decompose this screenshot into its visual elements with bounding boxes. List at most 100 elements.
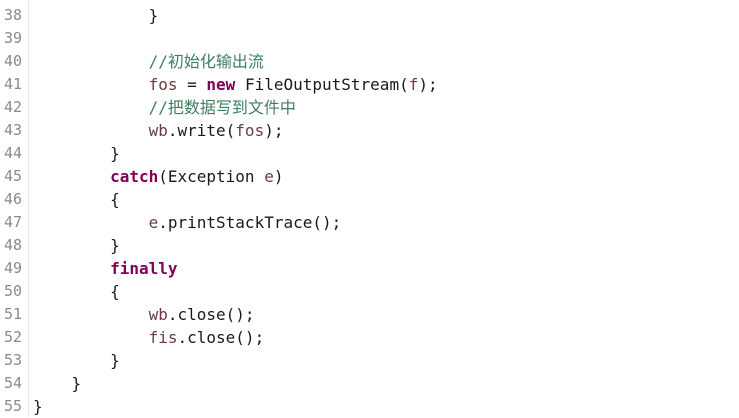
code-token: (Exception (158, 167, 265, 186)
variable-token: fis (148, 328, 178, 347)
line-number: 52 (3, 328, 22, 346)
code-line[interactable]: 51 wb.close(); (0, 303, 739, 326)
code-token: .printStackTrace(); (158, 213, 342, 232)
code-token: } (110, 236, 120, 255)
code-token: FileOutputStream( (235, 75, 409, 94)
line-number: 53 (3, 351, 22, 369)
code-token: { (110, 190, 120, 209)
variable-token: fos (148, 75, 178, 94)
code-line[interactable]: 45 catch(Exception e) (0, 165, 739, 188)
code-line[interactable]: 52 fis.close(); (0, 326, 739, 349)
code-line[interactable]: 42 //把数据写到文件中 (0, 96, 739, 119)
code-text: } (33, 395, 43, 418)
code-line[interactable]: 47 e.printStackTrace(); (0, 211, 739, 234)
code-text: } (33, 349, 120, 372)
line-number: 47 (3, 213, 22, 231)
line-number: 41 (3, 75, 22, 93)
code-line[interactable]: 54 } (0, 372, 739, 395)
code-token: } (148, 6, 159, 25)
code-text: catch(Exception e) (33, 165, 283, 188)
code-line[interactable]: 39 (0, 27, 739, 50)
variable-token: wb (148, 305, 168, 324)
line-number: 48 (3, 236, 22, 254)
line-number: 38 (3, 6, 22, 24)
code-line[interactable]: 50 { (0, 280, 739, 303)
line-number: 44 (3, 144, 22, 162)
code-text: //初始化输出流 (33, 50, 264, 73)
code-line[interactable]: 53 } (0, 349, 739, 372)
code-text: fos = new FileOutputStream(f); (33, 73, 438, 96)
line-number: 49 (3, 259, 22, 277)
variable-token: e (264, 167, 274, 186)
code-token: } (110, 144, 120, 163)
code-token: ); (264, 121, 284, 140)
keyword-token: new (206, 75, 236, 94)
keyword-token: catch (110, 167, 159, 186)
code-token: { (110, 282, 120, 301)
comment-token: //把数据写到文件中 (148, 98, 296, 117)
code-token: ) (273, 167, 284, 186)
code-line[interactable]: 46 { (0, 188, 739, 211)
code-line[interactable]: 38 } (0, 4, 739, 27)
code-token: ); (418, 75, 438, 94)
code-editor[interactable]: 38 } 39 40 //初始化输出流 41 fos = new FileOutput… (0, 0, 739, 417)
code-token: } (33, 397, 43, 416)
code-token: = (177, 75, 207, 94)
code-text: { (33, 280, 120, 303)
line-number: 39 (3, 29, 22, 47)
code-line[interactable]: 44 } (0, 142, 739, 165)
code-text: } (33, 4, 159, 27)
code-text: e.printStackTrace(); (33, 211, 342, 234)
code-line[interactable]: 40 //初始化输出流 (0, 50, 739, 73)
line-number: 55 (3, 397, 22, 415)
code-token: .close(); (167, 305, 255, 324)
code-text: } (33, 142, 120, 165)
code-line[interactable]: 49 finally (0, 257, 739, 280)
line-number: 43 (3, 121, 22, 139)
code-line[interactable]: 41 fos = new FileOutputStream(f); (0, 73, 739, 96)
line-number: 51 (3, 305, 22, 323)
variable-token: e (148, 213, 159, 232)
code-text: fis.close(); (33, 326, 265, 349)
variable-token: wb (148, 121, 168, 140)
code-token: .close(); (177, 328, 265, 347)
code-text: finally (33, 257, 178, 280)
code-line[interactable]: 48 } (0, 234, 739, 257)
code-text: } (33, 234, 120, 257)
line-number: 50 (3, 282, 22, 300)
code-text: { (33, 188, 120, 211)
comment-token: //初始化输出流 (148, 52, 264, 71)
line-number: 40 (3, 52, 22, 70)
code-line[interactable]: 55} (0, 395, 739, 418)
code-text: //把数据写到文件中 (33, 96, 296, 119)
line-number: 42 (3, 98, 22, 116)
code-text: wb.write(fos); (33, 119, 284, 142)
keyword-token: finally (110, 259, 178, 278)
code-text: } (33, 372, 82, 395)
code-token: } (71, 374, 82, 393)
line-number: 54 (3, 374, 22, 392)
variable-token: fos (235, 121, 265, 140)
code-line[interactable]: 43 wb.write(fos); (0, 119, 739, 142)
line-number: 46 (3, 190, 22, 208)
code-token: } (110, 351, 120, 370)
code-text: wb.close(); (33, 303, 255, 326)
line-number: 45 (3, 167, 22, 185)
code-token: .write( (167, 121, 236, 140)
